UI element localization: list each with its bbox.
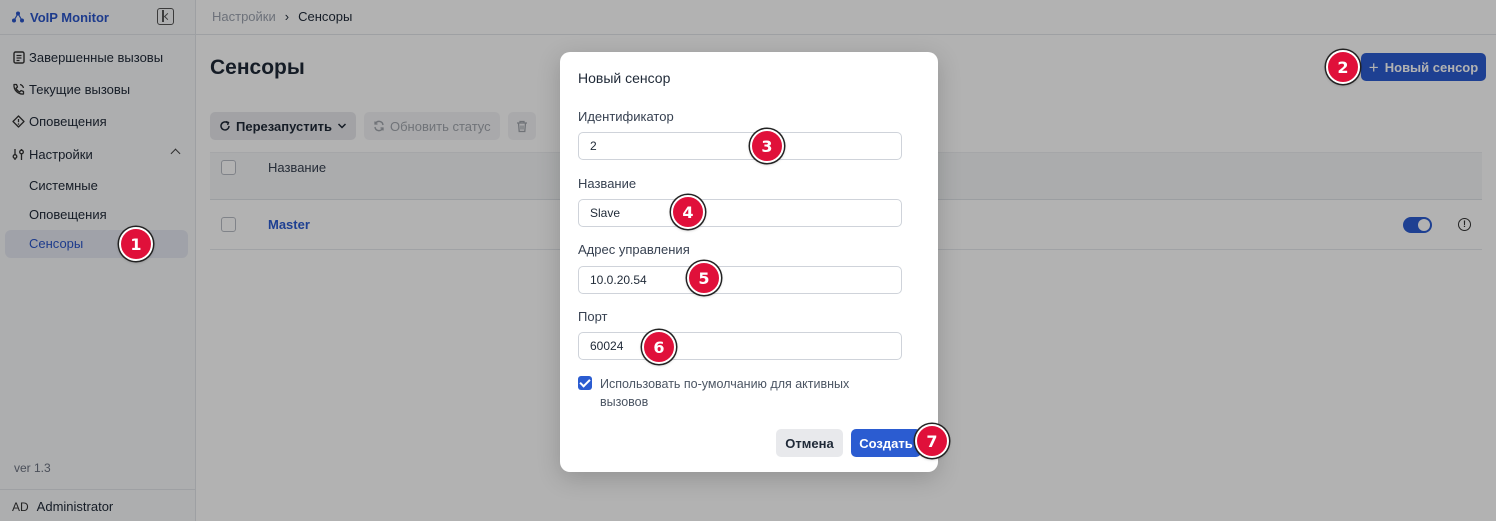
step-badge: 6	[642, 330, 676, 364]
step-badge: 4	[671, 195, 705, 229]
id-label: Идентификатор	[578, 109, 674, 124]
step-badge: 3	[750, 129, 784, 163]
dialog-title: Новый сенсор	[578, 70, 671, 86]
default-checkbox-label: Использовать по-умолчанию для активных в…	[600, 377, 850, 409]
step-badge: 7	[915, 424, 949, 458]
address-label: Адрес управления	[578, 242, 690, 257]
step-badge: 1	[119, 227, 153, 261]
new-sensor-dialog: Новый сенсор Идентификатор Название Адре…	[560, 52, 938, 472]
port-label: Порт	[578, 309, 608, 324]
address-input[interactable]	[578, 266, 902, 294]
name-label: Название	[578, 176, 637, 191]
default-checkbox[interactable]	[578, 376, 592, 390]
create-button[interactable]: Создать	[851, 429, 921, 457]
step-badge: 5	[687, 261, 721, 295]
cancel-button[interactable]: Отмена	[776, 429, 843, 457]
name-input[interactable]	[578, 199, 902, 227]
id-input[interactable]	[578, 132, 902, 160]
port-input[interactable]	[578, 332, 902, 360]
step-badge: 2	[1326, 50, 1360, 84]
